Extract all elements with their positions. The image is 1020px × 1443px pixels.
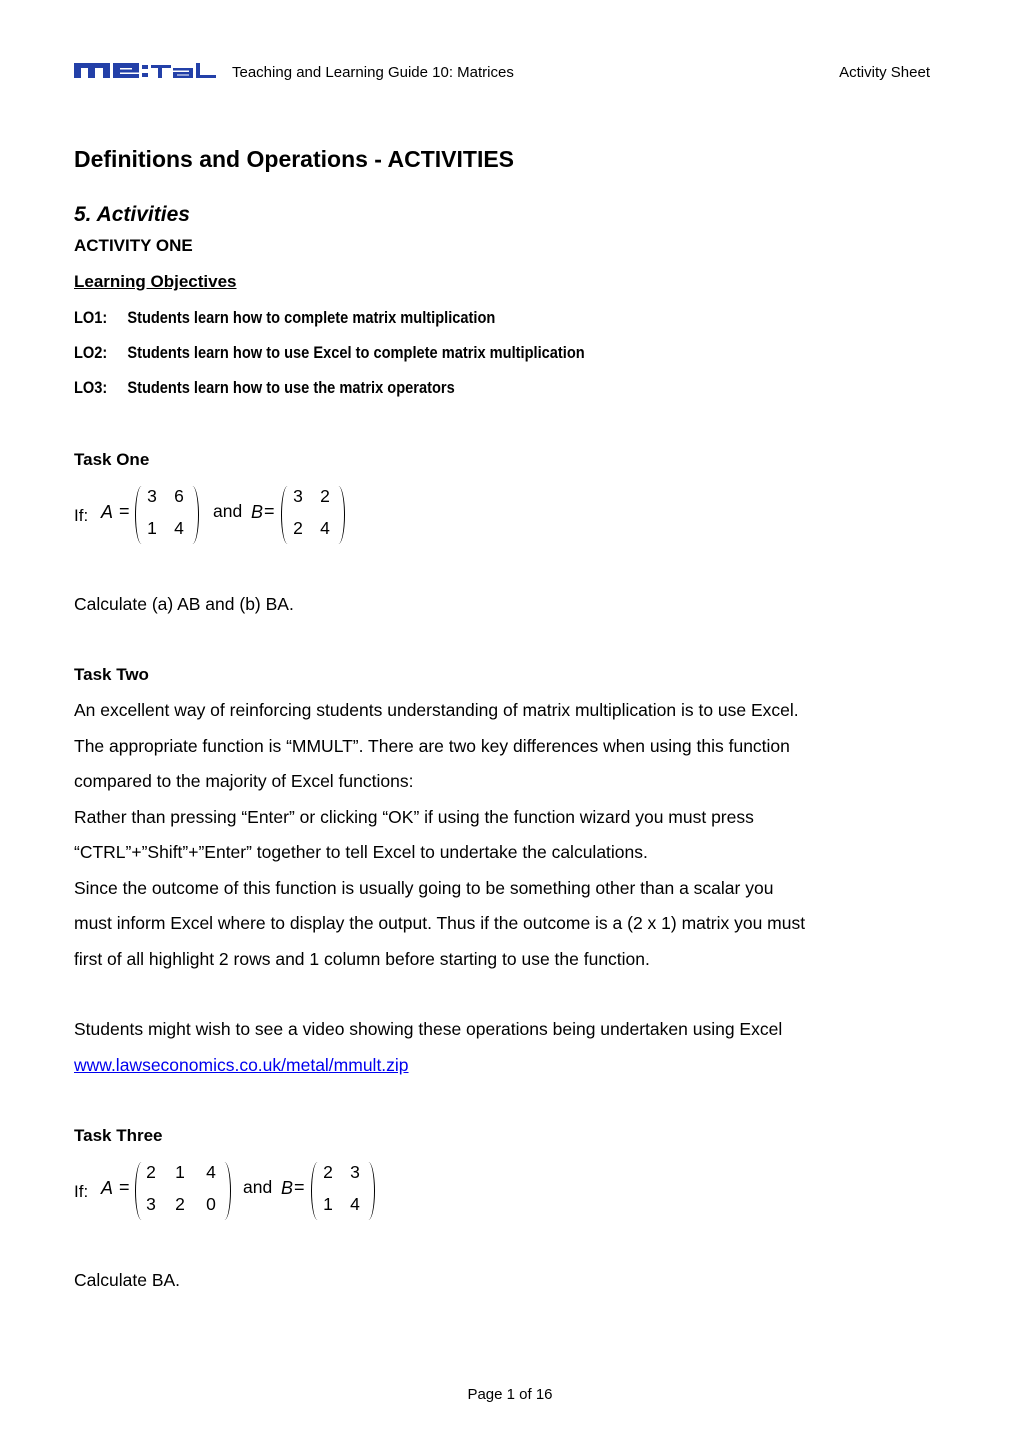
task-two-body: An excellent way of reinforcing students… — [74, 693, 954, 977]
matrix-cell: 1 — [323, 1194, 333, 1214]
learning-objective: LO3: Students learn how to use the matrix… — [74, 378, 455, 398]
metal-logo — [74, 62, 230, 78]
matrix-cell: 6 — [174, 486, 184, 506]
activity-title: ACTIVITY ONE — [74, 236, 193, 255]
learning-objective: LO2: Students learn how to use Excel to c… — [74, 343, 585, 363]
matrix-a: 2 1 4 3 2 0 — [135, 1162, 231, 1220]
learning-objectives-heading: Learning Objectives — [74, 272, 237, 291]
matrix-b: 2 3 1 4 — [311, 1162, 375, 1220]
right-paren-icon — [364, 1162, 375, 1220]
video-link[interactable]: www.lawseconomics.co.uk/metal/mmult.zip — [74, 1055, 409, 1076]
task-one-heading: Task One — [74, 450, 150, 469]
matrix-cell: 3 — [146, 1194, 156, 1214]
matrix-cell: 3 — [350, 1162, 360, 1182]
matrix-cell: 2 — [146, 1162, 156, 1182]
paragraph-line: The appropriate function is “MMULT”. The… — [74, 735, 790, 756]
and-label: and — [243, 1177, 273, 1197]
matrix-cell: 1 — [175, 1162, 185, 1182]
objective-text: Students learn how to use the matrix ope… — [127, 378, 455, 397]
task-three-equation: If: A = 2 1 4 3 2 0 and B = 2 3 1 4 — [74, 1162, 404, 1224]
document-title: Teaching and Learning Guide 10: Matrices — [232, 64, 514, 81]
matrix-cell: 3 — [147, 486, 157, 506]
metal-logo-icon — [74, 63, 216, 78]
task-one-equation: If: A = 3 6 1 4 and B = 3 2 2 4 — [74, 486, 374, 548]
matrix-cell: 2 — [320, 486, 330, 506]
paragraph-line: compared to the majority of Excel functi… — [74, 771, 414, 791]
paragraph-line: Since the outcome of this function is us… — [74, 877, 774, 898]
and-label: and — [213, 501, 243, 521]
equals-sign: = — [294, 1177, 305, 1197]
matrix-cell: 0 — [206, 1194, 216, 1214]
right-paren-icon — [220, 1162, 231, 1220]
matrix-a-symbol: A — [101, 502, 114, 522]
task-three-heading: Task Three — [74, 1126, 163, 1145]
page-number: Page 1 of 16 — [467, 1386, 553, 1403]
matrix-cell: 4 — [206, 1162, 216, 1182]
objective-code: LO2: — [74, 343, 108, 362]
matrix-a-symbol: A — [101, 1178, 114, 1198]
matrix-b-symbol: B — [281, 1178, 294, 1198]
matrix-cell: 2 — [323, 1162, 333, 1182]
video-note-text: Students might wish to see a video showi… — [74, 1019, 783, 1039]
paragraph-line: Rather than pressing “Enter” or clicking… — [74, 806, 754, 827]
matrix-cell: 2 — [293, 518, 303, 538]
task-one-instruction: Calculate (a) AB and (b) BA. — [74, 587, 954, 623]
objective-text: Students learn how to complete matrix mu… — [127, 308, 496, 327]
matrix-cell: 4 — [350, 1194, 360, 1214]
paragraph-line: An excellent way of reinforcing students… — [74, 700, 799, 720]
paragraph-line: “CTRL”+”Shift”+”Enter” together to tell … — [74, 842, 648, 862]
objective-code: LO3: — [74, 378, 108, 397]
sheet-type-label: Activity Sheet — [839, 64, 930, 81]
right-paren-icon — [188, 486, 199, 544]
paragraph-line: must inform Excel where to display the o… — [74, 913, 806, 933]
section-title: 5. Activities — [74, 203, 190, 226]
matrix-cell: 3 — [293, 486, 303, 506]
equals-sign: = — [119, 1177, 130, 1197]
right-paren-icon — [334, 486, 345, 544]
learning-objective: LO1: Students learn how to complete matri… — [74, 308, 495, 328]
instruction-text: Calculate BA. — [74, 1270, 181, 1290]
if-label: If: — [74, 506, 89, 525]
matrix-a: 3 6 1 4 — [135, 486, 199, 544]
task-three-instruction: Calculate BA. — [74, 1263, 954, 1299]
if-label: If: — [74, 1182, 89, 1201]
objective-code: LO1: — [74, 308, 108, 327]
page-title: Definitions and Operations - ACTIVITIES — [74, 146, 515, 172]
equals-sign: = — [264, 501, 275, 521]
matrix-cell: 1 — [147, 518, 157, 538]
paragraph-line: first of all highlight 2 rows and 1 colu… — [74, 948, 650, 969]
matrix-cell: 2 — [175, 1194, 185, 1214]
instruction-text: Calculate (a) AB and (b) BA. — [74, 594, 294, 614]
matrix-cell: 4 — [320, 518, 330, 538]
video-note: Students might wish to see a video showi… — [74, 1012, 954, 1048]
matrix-cell: 4 — [174, 518, 184, 538]
task-two-heading: Task Two — [74, 665, 149, 684]
objective-text: Students learn how to use Excel to compl… — [127, 343, 585, 362]
matrix-b: 3 2 2 4 — [281, 486, 345, 544]
equals-sign: = — [119, 501, 130, 521]
matrix-b-symbol: B — [251, 502, 264, 522]
